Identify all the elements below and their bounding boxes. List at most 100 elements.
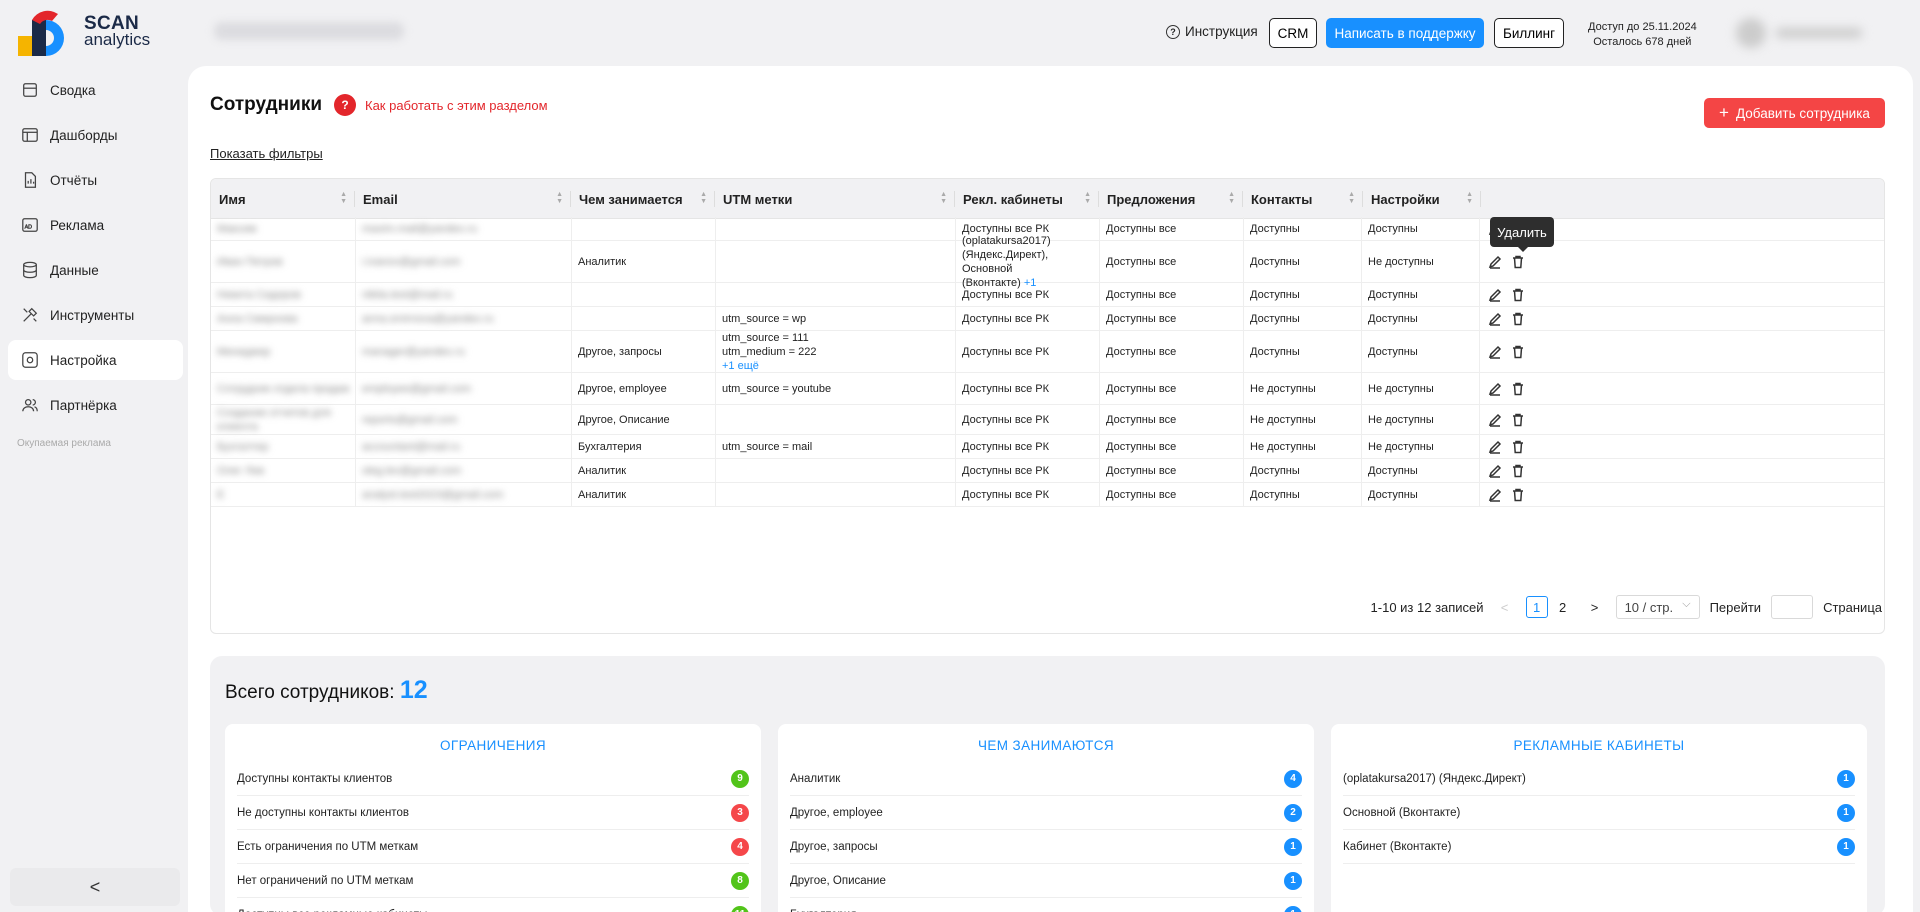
table-row[interactable]: Иван Петров i.ivanov@gmail.com Аналитик (op… [211,235,1884,289]
help-question-icon[interactable]: ? [334,94,356,116]
trash-icon[interactable] [1511,382,1525,396]
row-actions [1488,307,1534,330]
table-row[interactable]: Еanalyst.test2023@gmail.com Аналитик Досту… [211,483,1884,507]
user-menu-blurred[interactable] [1736,18,1866,48]
sidebar-item-6[interactable]: Настройка [8,340,183,380]
table-cell-divider [1479,405,1480,434]
add-employee-button[interactable]: + Добавить сотрудника [1704,98,1885,128]
page-size-select[interactable]: 10 / стр. [1615,595,1700,619]
table-cell: Доступны [1361,483,1479,506]
column-header[interactable]: Контакты ▲ ▼ [1243,179,1363,219]
summary-item[interactable]: Основной (Вконтакте) 1 [1343,796,1855,830]
summary-item[interactable]: Нет ограничений по UTM меткам 8 [237,864,749,898]
table-cell: utm_source = 111 utm_medium = 222 +1 ещё [715,331,955,372]
edit-icon[interactable] [1488,345,1502,359]
pagination-next-button[interactable]: > [1584,596,1606,618]
edit-icon[interactable] [1488,464,1502,478]
trash-icon[interactable] [1511,345,1525,359]
contacts-access: Доступны [1250,312,1300,325]
sidebar-item-0[interactable]: Сводка [8,70,183,110]
summary-item[interactable]: Доступны контакты клиентов 9 [237,762,749,796]
trash-icon[interactable] [1511,312,1525,326]
sort-icon[interactable]: ▲ ▼ [1084,191,1091,205]
trash-icon[interactable] [1511,255,1525,269]
table-cell-divider [1479,331,1480,372]
brand-logo[interactable]: SCAN analytics [18,10,158,56]
summary-item[interactable]: Кабинет (Вконтакте) 1 [1343,830,1855,864]
column-header[interactable]: Настройки ▲ ▼ [1363,179,1481,219]
help-section-link[interactable]: Как работать с этим разделом [365,98,548,113]
summary-item[interactable]: (oplatakursa2017) (Яндекс.Директ) 1 [1343,762,1855,796]
summary-title: Всего сотрудников: 12 [225,676,428,705]
sort-icon[interactable]: ▲ ▼ [340,191,347,205]
table-row[interactable]: Олег Лев oleg.lev@gmail.com Аналитик Доступ… [211,459,1884,483]
summary-item[interactable]: Другое, employee 2 [790,796,1302,830]
table-cell: Доступны все [1099,483,1243,506]
sort-icon[interactable]: ▲ ▼ [1466,191,1473,205]
pagination-prev-button[interactable]: < [1494,596,1516,618]
table-row[interactable]: Сотрудник отдела продаж employee@gmail.co… [211,373,1884,405]
employee-name-blurred: Максим [217,222,257,235]
crm-button[interactable]: CRM [1269,18,1317,48]
table-row[interactable]: Анна Смирнова anna.smirnova@yandex.ru utm_… [211,307,1884,331]
summary-item[interactable]: Доступны все рекламные кабинеты 11 [237,898,749,912]
instruction-link[interactable]: ? Инструкция [1166,24,1258,39]
summary-item[interactable]: Есть ограничения по UTM меткам 4 [237,830,749,864]
sort-icon[interactable]: ▲ ▼ [700,191,707,205]
sidebar-item-5[interactable]: Инструменты [8,295,183,335]
pagination-page-1[interactable]: 1 [1525,596,1548,618]
table-cell-divider [1479,217,1480,240]
billing-button[interactable]: Биллинг [1494,18,1564,48]
column-header[interactable]: Имя ▲ ▼ [211,179,355,219]
sidebar-item-4[interactable]: Данные [8,250,183,290]
table-cell: Другое, запросы [571,331,715,372]
trash-icon[interactable] [1511,288,1525,302]
project-selector-blurred[interactable] [214,22,404,40]
summary-item[interactable]: Бухгалтерия 1 [790,898,1302,912]
table-row[interactable]: Никита Сидоров nikita.test@mail.ru Доступн… [211,283,1884,307]
table-row[interactable]: Бухгалтер accountant@mail.ru Бухгалтерия ut… [211,435,1884,459]
sort-icon[interactable]: ▲ ▼ [1348,191,1355,205]
sort-icon[interactable]: ▲ ▼ [556,191,563,205]
table-row[interactable]: Создание отчетов для клиента reports@gmai… [211,405,1884,435]
count-badge: 2 [1284,803,1302,822]
summary-item[interactable]: Аналитик 4 [790,762,1302,796]
summary-item[interactable]: Не доступны контакты клиентов 3 [237,796,749,830]
summary-item[interactable]: Другое, Описание 1 [790,864,1302,898]
sidebar-item-2[interactable]: Отчёты [8,160,183,200]
contacts-access: Доступны [1250,464,1300,477]
column-header[interactable]: Предложения ▲ ▼ [1099,179,1243,219]
goto-page-input[interactable] [1771,595,1814,619]
column-header-label: Имя [219,191,246,207]
utm-more-link[interactable]: +1 ещё [722,359,955,373]
table-cell: Е [211,483,355,506]
edit-icon[interactable] [1488,382,1502,396]
trash-icon[interactable] [1511,440,1525,454]
trash-icon[interactable] [1511,413,1525,427]
count-badge: 9 [731,769,749,788]
edit-icon[interactable] [1488,440,1502,454]
support-button[interactable]: Написать в поддержку [1326,18,1484,48]
show-filters-link[interactable]: Показать фильтры [210,146,323,161]
column-header[interactable]: UTM метки ▲ ▼ [715,179,955,219]
edit-icon[interactable] [1488,255,1502,269]
table-row[interactable]: Менеджер manager@yandex.ru Другое, запросы… [211,331,1884,373]
edit-icon[interactable] [1488,488,1502,502]
column-header[interactable]: Чем занимается ▲ ▼ [571,179,715,219]
column-header[interactable]: Рекл. кабинеты ▲ ▼ [955,179,1099,219]
trash-icon[interactable] [1511,488,1525,502]
sort-icon[interactable]: ▲ ▼ [940,191,947,205]
sort-icon[interactable]: ▲ ▼ [1228,191,1235,205]
sidebar-item-7[interactable]: Партнёрка [8,385,183,425]
edit-icon[interactable] [1488,288,1502,302]
pagination-page-2[interactable]: 2 [1552,596,1574,618]
sidebar-item-1[interactable]: Дашборды [8,115,183,155]
summary-item[interactable]: Другое, запросы 1 [790,830,1302,864]
edit-icon[interactable] [1488,312,1502,326]
table-cell-divider [1479,483,1480,506]
sidebar-item-3[interactable]: AD Реклама [8,205,183,245]
trash-icon[interactable] [1511,464,1525,478]
column-header[interactable]: Email ▲ ▼ [355,179,571,219]
sidebar-collapse-button[interactable]: < [10,868,180,906]
edit-icon[interactable] [1488,413,1502,427]
